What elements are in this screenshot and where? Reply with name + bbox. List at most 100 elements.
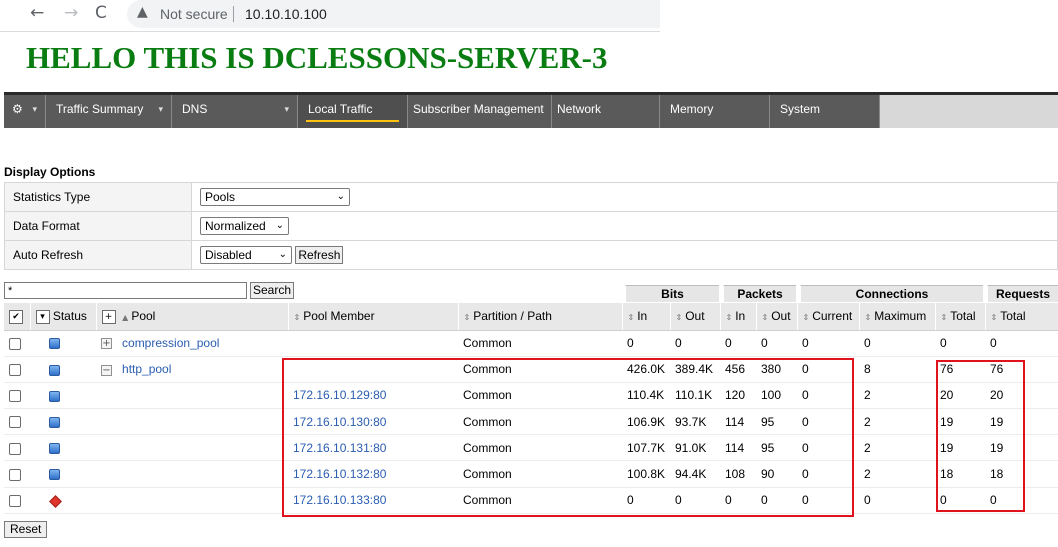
sort-icon: ⇕ [864,313,872,323]
conn-current-cell: 0 [797,487,859,514]
conn-maximum-cell: 2 [859,382,935,410]
pool-member-cell: 172.16.10.131:80 [288,434,458,462]
conn-total-cell: 18 [935,460,985,488]
tab-local-traffic[interactable]: Local Traffic [298,95,408,128]
forward-arrow-icon[interactable]: → [64,3,78,23]
partition-cell: Common [458,356,622,383]
pool-member-link[interactable]: 172.16.10.131:80 [293,441,386,455]
tab-network[interactable]: Network [552,95,660,128]
expand-icon[interactable]: + [101,338,112,350]
pool-header[interactable]: + ▲ Pool [96,303,289,331]
bits-in-cell: 426.0K [622,356,670,383]
bits-in-header-label: In [637,309,648,324]
conn-current-cell: 0 [797,408,859,436]
req-total-header[interactable]: ⇕ Total [985,303,1058,331]
packets-in-cell: 114 [720,408,756,436]
chevron-down-icon[interactable]: ▾ [35,309,50,324]
partition-cell: Common [458,330,622,357]
pool-member-link[interactable]: 172.16.10.129:80 [293,388,386,402]
expand-all-icon[interactable]: + [101,309,116,324]
gear-icon: ⚙ [12,102,23,116]
reset-button[interactable]: Reset [4,521,48,538]
bits-out-header-label: Out [685,309,705,324]
packets-out-cell: 90 [756,460,797,488]
auto-refresh-cell: Disabled ⌄ Refresh [191,240,1058,270]
tab-label: DNS [182,102,208,116]
auto-refresh-label: Auto Refresh [4,240,192,270]
pool-link[interactable]: compression_pool [122,336,219,350]
bits-out-header[interactable]: ⇕ Out [670,303,721,331]
conn-current-cell: 0 [797,356,859,383]
conn-total-header[interactable]: ⇕ Total [935,303,986,331]
pool-header-label: Pool [131,308,156,323]
page-heading: HELLO THIS IS DCLESSONS-SERVER-3 [26,40,608,75]
bits-in-cell: 0 [622,330,670,357]
table-row: 172.16.10.133:80 Common 0 0 0 0 0 0 0 0 [4,487,1058,514]
pool-cell [96,408,288,436]
status-header[interactable]: ▾ Status [30,303,97,331]
reload-icon[interactable]: C [95,3,107,23]
packets-out-cell: 95 [756,408,797,436]
url-text[interactable]: 10.10.10.100 [245,6,327,22]
status-cell [30,434,96,462]
packets-in-cell: 0 [720,487,756,514]
conn-total-cell: 20 [935,382,985,410]
collapse-icon[interactable]: − [101,364,112,376]
partition-header-label: Partition / Path [473,309,552,324]
req-total-cell: 19 [985,434,1058,462]
search-button[interactable]: Search [250,282,295,299]
auto-refresh-select[interactable]: Disabled ⌄ [200,246,292,264]
pool-cell [96,434,288,462]
row-checkbox[interactable] [9,337,21,350]
packets-in-header[interactable]: ⇕ In [720,303,757,331]
row-checkbox[interactable] [9,442,21,455]
partition-header[interactable]: ⇕ Partition / Path [458,303,623,331]
row-checkbox[interactable] [9,364,21,377]
gear-menu-button[interactable]: ⚙ ▾ [4,95,46,128]
pool-member-link[interactable]: 172.16.10.130:80 [293,415,386,429]
tab-label: Subscriber Management [413,102,544,116]
conn-current-header[interactable]: ⇕ Current [797,303,860,331]
warning-icon[interactable]: ▲ [137,4,148,20]
pool-member-link[interactable]: 172.16.10.133:80 [293,493,386,507]
tab-memory[interactable]: Memory [660,95,770,128]
group-header-connections: Connections [800,285,983,302]
row-checkbox[interactable] [9,468,21,481]
tab-dns[interactable]: DNS ▾ [172,95,298,128]
conn-current-header-label: Current [812,309,853,324]
pool-link[interactable]: http_pool [122,362,171,376]
search-input[interactable] [4,282,247,299]
status-offline-icon [49,494,62,508]
back-arrow-icon[interactable]: ← [30,3,44,23]
select-all-checkbox[interactable]: ✔ [9,309,23,324]
address-bar[interactable]: ▲ Not secure 10.10.10.100 [127,0,660,28]
conn-maximum-header[interactable]: ⇕ Maximum [859,303,936,331]
pool-statistics-table: ✔ ▾ Status + ▲ Pool ⇕ Pool Member ⇕ Partiti… [4,303,1058,514]
partition-cell: Common [458,434,622,462]
packets-out-header-label: Out [771,309,791,324]
statistics-type-label: Statistics Type [4,182,192,212]
chevron-down-icon: ⌄ [275,220,284,231]
bits-in-header[interactable]: ⇕ In [622,303,671,331]
bits-out-cell: 93.7K [670,408,720,436]
chevron-down-icon: ▾ [158,104,163,114]
refresh-button[interactable]: Refresh [295,246,344,264]
pool-member-header[interactable]: ⇕ Pool Member [288,303,459,331]
row-checkbox[interactable] [9,416,21,429]
sort-icon: ⇕ [627,313,635,323]
packets-out-header[interactable]: ⇕ Out [756,303,798,331]
active-tab-indicator [306,120,399,122]
conn-current-cell: 0 [797,382,859,410]
bits-out-cell: 91.0K [670,434,720,462]
bits-out-cell: 389.4K [670,356,720,383]
tab-traffic-summary[interactable]: Traffic Summary ▾ [46,95,172,128]
data-format-select[interactable]: Normalized ⌄ [200,217,289,235]
tab-system[interactable]: System [770,95,880,128]
row-checkbox[interactable] [9,390,21,403]
table-row: 172.16.10.132:80 Common 100.8K 94.4K 108… [4,460,1058,488]
security-status[interactable]: Not secure [160,6,228,22]
pool-member-link[interactable]: 172.16.10.132:80 [293,467,386,481]
statistics-type-select[interactable]: Pools ⌄ [200,188,350,206]
tab-subscriber-management[interactable]: Subscriber Management [408,95,552,128]
row-checkbox[interactable] [9,495,21,508]
